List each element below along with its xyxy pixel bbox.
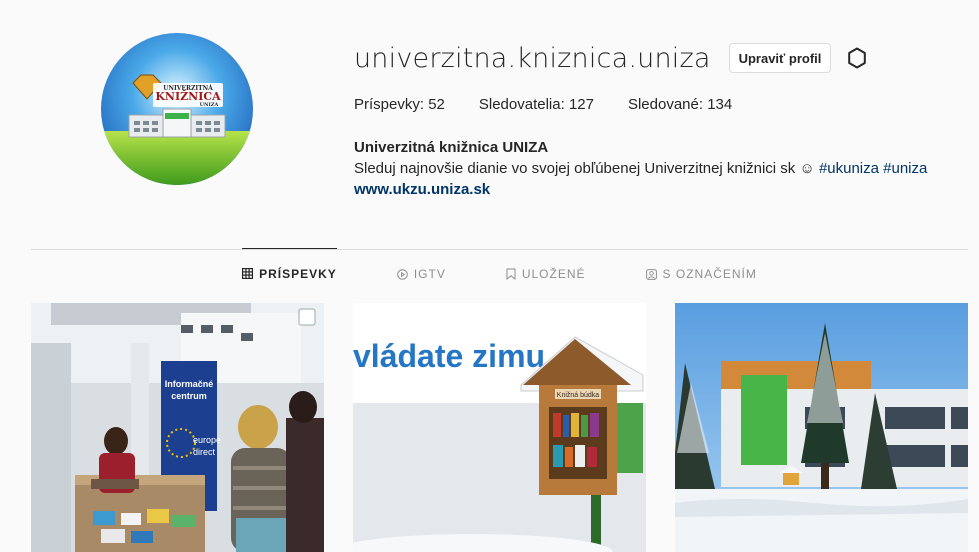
stat-following[interactable]: Sledované: 134 [628, 96, 732, 113]
tab-tagged-label: S OZNAČENÍM [662, 267, 757, 281]
stat-posts: Príspevky: 52 [354, 96, 445, 113]
post-banner-text: Informačné [165, 379, 214, 389]
stat-following-label: Sledované: [627, 96, 708, 113]
post-thumbnail[interactable]: Informačné centrum europe direct [31, 303, 324, 552]
tab-posts-label: PRÍSPEVKY [259, 266, 337, 281]
stat-following-value: 134 [707, 96, 733, 113]
grid-icon [242, 268, 254, 279]
stat-followers[interactable]: Sledovatelia: 127 [479, 96, 594, 113]
tab-saved[interactable]: ULOŽENÉ [506, 249, 586, 299]
stat-posts-label: Príspevky: [354, 96, 429, 113]
bookmark-icon [506, 268, 516, 280]
tab-tagged[interactable]: S OZNAČENÍM [645, 249, 757, 299]
tab-posts[interactable]: PRÍSPEVKY [242, 248, 337, 298]
bio-name: Univerzitná knižnica UNIZA [354, 139, 549, 156]
username: univerzitna.kniznica.uniza [354, 42, 711, 74]
avatar-text-main: KNIŽNICA [155, 89, 221, 103]
bio-text: Sleduj najnovšie dianie vo svojej obľúbe… [354, 158, 974, 179]
settings-icon[interactable] [843, 44, 871, 72]
tagged-icon [645, 268, 657, 280]
avatar[interactable]: UNIVERZITNÁ KNIŽNICA UNIZA [101, 33, 253, 185]
post-thumbnail[interactable]: vládate zimu Knižná búdka [353, 303, 646, 552]
post-thumbnail[interactable] [675, 303, 968, 552]
bio-description: Sleduj najnovšie dianie vo svojej obľúbe… [354, 160, 819, 177]
edit-profile-button[interactable]: Upraviť profil [728, 43, 832, 73]
post-box-label: Knižná búdka [557, 392, 600, 399]
hashtag-ukuniza[interactable]: #ukuniza [819, 160, 879, 177]
profile-stats: Príspevky: 52 Sledovatelia: 127 Sledovan… [354, 96, 766, 113]
tab-igtv-label: IGTV [413, 267, 446, 281]
avatar-text-bottom: UNIZA [200, 102, 219, 108]
bio-website-link[interactable]: www.ukzu.uniza.sk [354, 181, 490, 198]
username-row: univerzitna.kniznica.uniza Upraviť profi… [354, 38, 871, 78]
igtv-icon [397, 268, 408, 280]
stat-posts-value: 52 [428, 96, 445, 113]
profile-tabs: PRÍSPEVKY IGTV ULOŽENÉ S OZNAČENÍM [31, 248, 968, 299]
stat-followers-label: Sledovatelia: [478, 96, 569, 113]
bio: Univerzitná knižnica UNIZA Sleduj najnov… [354, 137, 974, 200]
profile-header: UNIVERZITNÁ KNIŽNICA UNIZA univerzitna.k… [0, 0, 979, 250]
hashtag-uniza[interactable]: #uniza [883, 160, 927, 177]
tab-saved-label: ULOŽENÉ [521, 267, 586, 281]
post-headline: vládate zimu [353, 338, 545, 374]
post-sign-text: europe [193, 435, 221, 445]
post-sign-text-2: direct [193, 447, 216, 457]
stat-followers-value: 127 [568, 96, 594, 113]
tab-igtv[interactable]: IGTV [397, 249, 446, 299]
post-banner-text-2: centrum [171, 391, 207, 401]
posts-grid: Informačné centrum europe direct vládate [31, 303, 968, 552]
